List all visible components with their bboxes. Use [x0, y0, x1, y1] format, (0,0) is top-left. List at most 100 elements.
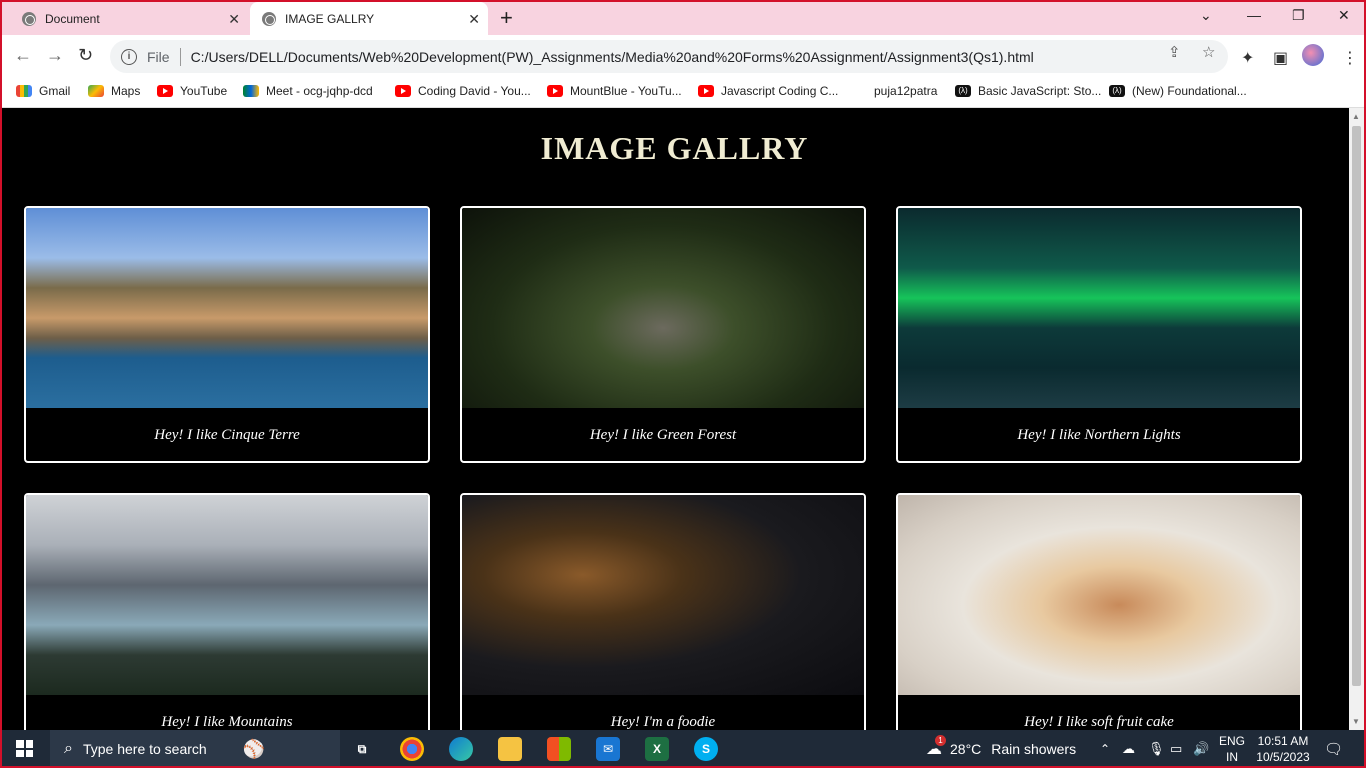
bookmark-meet[interactable]: Meet - ocg-jqhp-dcd [243, 84, 373, 98]
browser-window: Document ✕ IMAGE GALLRY ✕ + ⌄ — ❐ ✕ ← → … [0, 0, 1366, 768]
vertical-scrollbar[interactable]: ▲ ▼ [1349, 108, 1364, 730]
scroll-down-icon[interactable]: ▼ [1352, 717, 1360, 726]
youtube-icon [698, 85, 714, 97]
extensions-icon[interactable]: ✦ [1241, 48, 1254, 68]
green-forest-image [462, 208, 864, 408]
globe-icon [262, 11, 276, 26]
gmail-icon [16, 85, 32, 97]
volume-icon[interactable]: 🔊 [1193, 730, 1209, 766]
weather-temp: 28°C [950, 741, 982, 757]
bookmark-label: Coding David - You... [418, 84, 531, 98]
new-tab-icon[interactable]: + [500, 7, 513, 29]
chevron-up-icon[interactable]: ⌃ [1100, 730, 1110, 766]
skype-icon[interactable]: S [694, 737, 718, 761]
chrome-icon[interactable] [400, 737, 424, 761]
bookmark-maps[interactable]: Maps [88, 84, 140, 98]
bookmark-coding-david[interactable]: Coding David - You... [395, 84, 531, 98]
language-indicator[interactable]: ENG IN [1219, 733, 1245, 765]
edge-icon[interactable] [449, 737, 473, 761]
foodie-image [462, 495, 864, 695]
bookmark-foundational[interactable]: (λ) (New) Foundational... [1109, 84, 1247, 98]
bookmark-label: Javascript Coding C... [721, 84, 839, 98]
notifications-icon[interactable]: 🗨 [1324, 730, 1343, 766]
card-caption: Hey! I like Mountains [161, 714, 293, 730]
weather-widget[interactable]: ☁ 1 28°C Rain showers [926, 730, 1076, 766]
bookmark-javascript-coding[interactable]: Javascript Coding C... [698, 84, 838, 98]
youtube-icon [395, 85, 411, 97]
bookmark-label: Gmail [39, 84, 71, 98]
excel-icon[interactable]: X [645, 737, 669, 761]
page-viewport: IMAGE GALLRY Hey! I like Cinque Terre He… [2, 108, 1364, 730]
page-title: IMAGE GALLRY [540, 130, 809, 166]
tab-title: Document [45, 11, 100, 26]
battery-icon[interactable]: ▭ [1170, 730, 1182, 766]
lang-bottom: IN [1226, 750, 1238, 764]
bookmark-label: MountBlue - YouTu... [570, 84, 682, 98]
bookmark-label: Meet - ocg-jqhp-dcd [266, 84, 373, 98]
scroll-thumb[interactable] [1352, 126, 1361, 686]
close-tab-icon[interactable]: ✕ [468, 11, 480, 28]
windows-start-icon[interactable] [16, 740, 33, 757]
gallery-card: Hey! I like Northern Lights [896, 206, 1302, 463]
bookmark-youtube[interactable]: YouTube [157, 84, 227, 98]
tab-search-icon[interactable]: ⌄ [1200, 7, 1212, 24]
forward-icon[interactable]: → [46, 45, 64, 65]
task-view-icon[interactable]: ⧉ [350, 737, 374, 761]
fruit-cake-image [898, 495, 1300, 695]
rain-cloud-icon: ☁ 1 [926, 735, 946, 759]
gallery-card: Hey! I like Cinque Terre [24, 206, 430, 463]
meet-icon [243, 85, 259, 97]
tab-image-gallery[interactable]: IMAGE GALLRY ✕ [250, 2, 488, 35]
microsoft-store-icon[interactable] [547, 737, 571, 761]
onedrive-icon[interactable]: ☁ [1122, 730, 1135, 766]
gallery-card: Hey! I like Green Forest [460, 206, 866, 463]
back-icon[interactable]: ← [14, 45, 32, 65]
file-label: File [147, 48, 170, 65]
minimize-icon[interactable]: — [1247, 7, 1261, 23]
profile-avatar[interactable] [1302, 44, 1324, 66]
card-caption: Hey! I like Cinque Terre [154, 427, 300, 443]
bookmark-mountblue[interactable]: MountBlue - YouTu... [547, 84, 682, 98]
northern-lights-image [898, 208, 1300, 408]
reload-icon[interactable]: ↻ [78, 45, 93, 65]
clock[interactable]: 10:51 AM 10/5/2023 [1254, 733, 1312, 765]
clock-time: 10:51 AM [1257, 734, 1309, 748]
microphone-icon[interactable]: 🎙 [1148, 730, 1165, 766]
share-icon[interactable]: ⇪ [1168, 43, 1181, 61]
divider [179, 47, 181, 66]
close-window-icon[interactable]: ✕ [1338, 7, 1350, 24]
browser-toolbar: ← → ↻ i File C:/Users/DELL/Documents/Web… [2, 35, 1364, 77]
taskbar-search-box[interactable]: ⌕ Type here to search ⚾ [50, 730, 340, 766]
bookmark-label: YouTube [180, 84, 228, 98]
bookmark-star-icon[interactable]: ☆ [1202, 43, 1215, 61]
side-panel-icon[interactable]: ▣ [1273, 48, 1288, 68]
search-icon: ⌕ [64, 740, 73, 757]
scroll-up-icon[interactable]: ▲ [1352, 112, 1360, 121]
mail-icon[interactable]: ✉ [596, 737, 620, 761]
url-text[interactable]: C:/Users/DELL/Documents/Web%20Developmen… [191, 49, 1034, 65]
windows-taskbar: ⌕ Type here to search ⚾ ⧉ ✉ X S ☁ 1 28°C … [2, 730, 1364, 766]
bookmark-label: puja12patra [874, 84, 938, 98]
card-caption: Hey! I like Green Forest [589, 427, 737, 443]
gallery-card: Hey! I'm a foodie [460, 493, 866, 730]
globe-icon [22, 11, 36, 26]
tab-document[interactable]: Document ✕ [10, 2, 248, 35]
menu-icon[interactable]: ⋮ [1342, 48, 1358, 68]
restore-icon[interactable]: ❐ [1292, 7, 1305, 24]
bookmark-label: (New) Foundational... [1132, 84, 1247, 98]
clock-date: 10/5/2023 [1256, 750, 1310, 764]
bookmarks-bar: Gmail Maps YouTube Meet - ocg-jqhp-dcd C… [2, 77, 1364, 108]
weather-badge: 1 [935, 735, 946, 746]
bookmark-gmail[interactable]: Gmail [16, 84, 70, 98]
gallery-card: Hey! I like Mountains [24, 493, 430, 730]
bookmark-basic-javascript[interactable]: (λ) Basic JavaScript: Sto... [955, 84, 1101, 98]
info-icon[interactable]: i [121, 48, 137, 65]
tab-strip: Document ✕ IMAGE GALLRY ✕ + ⌄ — ❐ ✕ [2, 2, 1364, 35]
card-caption: Hey! I like soft fruit cake [1024, 714, 1174, 730]
lang-top: ENG [1219, 734, 1246, 748]
close-tab-icon[interactable]: ✕ [228, 11, 240, 28]
mountains-image [26, 495, 428, 695]
address-bar[interactable]: i File C:/Users/DELL/Documents/Web%20Dev… [110, 40, 1228, 73]
bookmark-puja12patra[interactable]: puja12patra [874, 84, 937, 98]
file-explorer-icon[interactable] [498, 737, 522, 761]
